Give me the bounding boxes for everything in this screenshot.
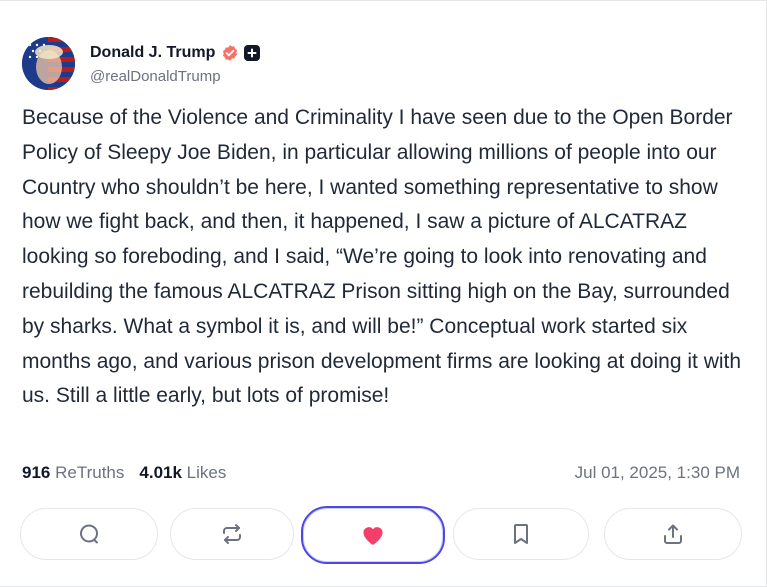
verified-check-icon [221,44,239,62]
share-icon [661,522,685,546]
user-handle[interactable]: @realDonaldTrump [90,68,260,85]
retruths-label[interactable]: ReTruths [55,463,124,483]
likes-count[interactable]: 4.01k [139,463,182,483]
retruth-button[interactable] [170,508,294,560]
comment-icon [77,522,101,546]
name-row: Donald J. Trump [90,42,261,64]
action-bar [20,506,742,564]
repost-icon [220,522,244,546]
post-stats: 916 ReTruths 4.01k Likes [22,463,226,483]
plus-badge-icon [244,44,261,61]
user-names: Donald J. Trump @realDonaldTrump [90,42,261,85]
post-card: Donald J. Trump @realDonaldTrump Because… [0,0,767,587]
reply-button[interactable] [20,508,158,560]
like-button[interactable] [301,506,445,564]
post-header: Donald J. Trump @realDonaldTrump [22,36,261,90]
share-button[interactable] [604,508,742,560]
display-name[interactable]: Donald J. Trump [90,44,215,62]
bookmark-icon [509,522,533,546]
post-timestamp[interactable]: Jul 01, 2025, 1:30 PM [575,463,740,483]
bookmark-button[interactable] [453,508,589,560]
retruths-count[interactable]: 916 [22,463,50,483]
heart-icon [360,523,386,547]
avatar[interactable] [22,36,75,90]
likes-label[interactable]: Likes [187,463,227,483]
post-text: Because of the Violence and Criminality … [22,106,742,408]
